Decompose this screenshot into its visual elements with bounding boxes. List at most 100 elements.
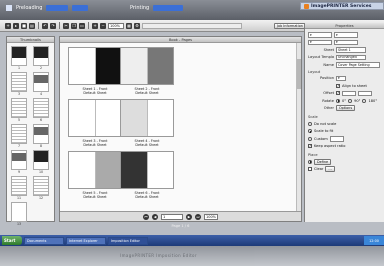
position-select[interactable]: ▾ <box>336 75 346 81</box>
name-field[interactable]: Cover Page Setting <box>336 62 380 68</box>
properties-panel: Properties ▾ ▾ ▾ ▾ Sheet Sheet 1 Layout … <box>304 23 384 222</box>
app-title-bar: ImagePRINTER Services <box>300 2 384 10</box>
grid-icon[interactable]: ▦ <box>126 22 132 29</box>
scale-fit-label: Scale to fit <box>314 129 334 134</box>
properties-title: Properties <box>305 23 384 29</box>
keep-ratio-checkbox[interactable]: ✓ <box>308 144 312 149</box>
thumbnail-page <box>11 176 27 196</box>
save-icon[interactable]: ■ <box>21 22 27 29</box>
job-info-button[interactable]: Job Information <box>274 22 306 29</box>
settings-icon[interactable]: ⚙ <box>134 22 140 29</box>
align-row: ✓ Align to sheet <box>305 82 384 90</box>
page-spread[interactable] <box>68 151 122 189</box>
spread-caption-default: Default Sheet <box>83 143 107 148</box>
rotate-180-radio[interactable] <box>362 98 367 103</box>
taskbar-item-documents[interactable]: Documents <box>24 236 64 245</box>
rotate-90-radio[interactable] <box>348 98 353 103</box>
spread-caption: Sheet 3 - Front Default Sheet <box>68 139 122 147</box>
define-button[interactable]: Define <box>314 158 332 165</box>
spread-caption-default: Default Sheet <box>135 195 159 200</box>
align-checkbox[interactable]: ✓ <box>336 83 340 88</box>
rotate-row: Rotate 0° 90° 180° <box>305 97 384 105</box>
offset-y-field[interactable] <box>358 90 372 96</box>
taskbar-item-editor[interactable]: Imposition Editor <box>108 236 148 245</box>
thumbnail-item[interactable]: 13 <box>11 202 27 227</box>
thumbnail-item[interactable]: 8 <box>33 124 49 149</box>
cut-icon[interactable]: ✂ <box>63 22 69 29</box>
thumbnail-item[interactable]: 5 <box>11 98 27 123</box>
page-spread[interactable] <box>120 151 174 189</box>
thumbnail-item[interactable]: 1 <box>11 46 27 71</box>
page-spread[interactable] <box>68 47 122 85</box>
spread-caption: Sheet 2 - Front Default Sheet <box>120 87 174 95</box>
menu-icon[interactable] <box>6 4 12 11</box>
thumbnail-item[interactable]: 6 <box>33 98 49 123</box>
first-page-icon[interactable]: ⏮ <box>143 213 149 220</box>
thumbnail-number: 2 <box>39 66 43 70</box>
top-label-1[interactable]: Preloading <box>16 5 42 11</box>
right-page <box>94 100 121 136</box>
place-radio[interactable] <box>308 159 312 164</box>
taskbar-item-browser[interactable]: Internet Explorer <box>66 236 106 245</box>
top-label-2[interactable]: Printing <box>130 5 149 11</box>
scale-custom-label: Custom <box>314 136 328 141</box>
dropdown-a[interactable]: ▾ <box>308 32 332 38</box>
offset-checkbox[interactable]: ✓ <box>336 91 340 96</box>
rotate-0-radio[interactable] <box>336 98 340 103</box>
start-button[interactable]: Start <box>2 236 22 245</box>
app-logo-icon <box>304 3 309 9</box>
options-button[interactable]: Options <box>336 105 356 112</box>
paste-icon[interactable]: ▭ <box>79 22 85 29</box>
scale-option-3: Custom <box>305 135 384 143</box>
thumbnail-item[interactable]: 7 <box>11 124 27 149</box>
thumbnail-item[interactable]: 2 <box>33 46 49 71</box>
zoom-combo[interactable]: 100% <box>108 22 124 29</box>
main-view-title: Book - Pages <box>60 37 301 43</box>
thumbnail-item[interactable]: 10 <box>33 150 49 175</box>
scale-none-radio[interactable] <box>308 121 312 126</box>
thumbnail-page <box>11 98 27 118</box>
zoom-out-icon[interactable]: − <box>100 22 106 29</box>
dropdown-b[interactable]: ▾ <box>334 32 358 38</box>
vertical-scrollbar[interactable] <box>296 43 301 211</box>
print-icon[interactable]: ▤ <box>29 22 35 29</box>
layout-template-select[interactable]: Unchanged <box>336 54 366 60</box>
thumbnail-item[interactable]: 9 <box>11 150 27 175</box>
copy-icon[interactable]: ❐ <box>71 22 77 29</box>
zoom-field[interactable]: 100% <box>204 213 218 220</box>
top-title-strip: Preloading Printing ImagePRINTER Service… <box>0 0 384 20</box>
page-spread[interactable] <box>120 47 174 85</box>
spread-caption-default: Default Sheet <box>135 143 159 148</box>
clear-action-button[interactable]: … <box>325 166 335 173</box>
open-icon[interactable]: ▸ <box>13 22 19 29</box>
thumbnail-number: 5 <box>17 118 21 122</box>
thumbnail-item[interactable]: 11 <box>11 176 27 201</box>
page-spread[interactable] <box>68 99 122 137</box>
scroll-thumb[interactable] <box>297 59 301 89</box>
thumbnail-item[interactable]: 3 <box>11 72 27 97</box>
prev-page-icon[interactable]: ◀ <box>152 213 158 220</box>
last-page-icon[interactable]: ⏭ <box>195 213 201 220</box>
thumbnail-item[interactable]: 4 <box>33 72 49 97</box>
spread-caption: Sheet 6 - Front Default Sheet <box>120 191 174 199</box>
status-line: Page 1 / 6 <box>171 224 190 228</box>
scale-fit-radio[interactable] <box>308 129 312 134</box>
page-spread[interactable] <box>120 99 174 137</box>
next-page-icon[interactable]: ▶ <box>186 213 192 220</box>
new-icon[interactable]: + <box>5 22 11 29</box>
scale-custom-field[interactable] <box>329 136 344 142</box>
undo-icon[interactable]: ↶ <box>42 22 48 29</box>
sheet-select[interactable]: Sheet 1 <box>336 47 366 53</box>
clear-row: Clear … <box>305 166 384 174</box>
zoom-in-icon[interactable]: + <box>92 22 98 29</box>
dropdown-c[interactable]: ▾ <box>308 39 332 45</box>
redo-icon[interactable]: ↷ <box>50 22 56 29</box>
thumbnail-page <box>33 46 49 66</box>
dropdown-d[interactable]: ▾ <box>334 39 358 45</box>
sheet-row: Sheet Sheet 1 <box>305 46 384 54</box>
clear-checkbox[interactable] <box>308 167 312 172</box>
thumbnail-item[interactable]: 12 <box>33 176 49 201</box>
page-field[interactable]: 1 <box>161 213 183 220</box>
offset-x-field[interactable] <box>342 90 356 96</box>
scale-custom-radio[interactable] <box>308 136 312 141</box>
